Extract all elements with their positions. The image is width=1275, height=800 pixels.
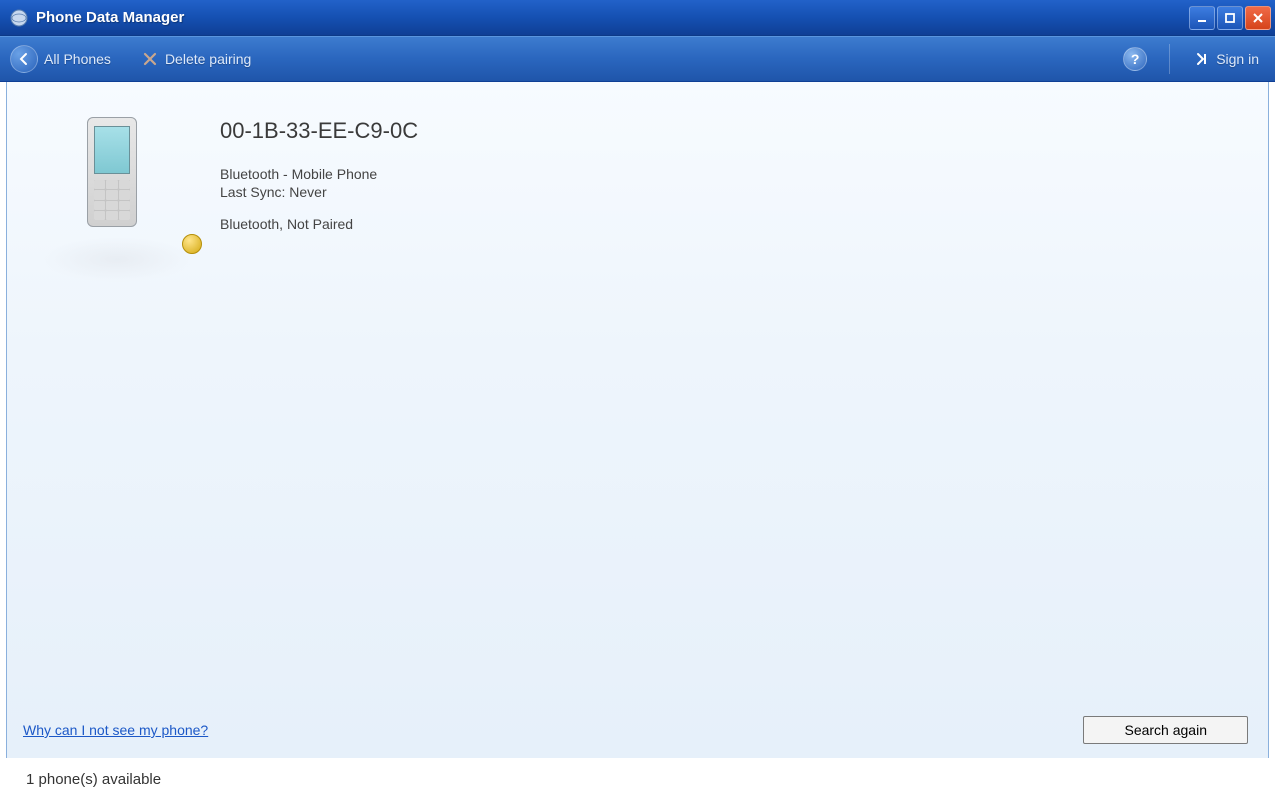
titlebar: Phone Data Manager	[0, 0, 1275, 36]
signin-arrow-icon	[1192, 50, 1210, 68]
device-last-sync: Last Sync: Never	[220, 184, 418, 200]
delete-pairing-button[interactable]: Delete pairing	[141, 50, 251, 68]
status-text: 1 phone(s) available	[26, 771, 161, 788]
phone-icon	[42, 112, 192, 282]
status-dot-icon	[182, 234, 202, 254]
all-phones-button[interactable]: All Phones	[10, 45, 111, 73]
device-status: Bluetooth, Not Paired	[220, 216, 418, 232]
delete-pairing-label: Delete pairing	[165, 51, 251, 67]
toolbar-divider	[1169, 44, 1170, 74]
minimize-button[interactable]	[1189, 6, 1215, 30]
content-area: 00-1B-33-EE-C9-0C Bluetooth - Mobile Pho…	[6, 82, 1269, 758]
device-row[interactable]: 00-1B-33-EE-C9-0C Bluetooth - Mobile Pho…	[7, 82, 1268, 282]
device-type: Bluetooth - Mobile Phone	[220, 166, 418, 182]
maximize-button[interactable]	[1217, 6, 1243, 30]
app-icon	[10, 9, 28, 27]
toolbar: All Phones Delete pairing ? Sign in	[0, 36, 1275, 82]
device-details: 00-1B-33-EE-C9-0C Bluetooth - Mobile Pho…	[220, 112, 418, 282]
all-phones-label: All Phones	[44, 51, 111, 67]
search-again-button[interactable]: Search again	[1083, 716, 1248, 744]
signin-button[interactable]: Sign in	[1192, 50, 1259, 68]
footer-row: Why can I not see my phone? Search again	[7, 706, 1268, 758]
window-title: Phone Data Manager	[36, 9, 1189, 26]
help-button[interactable]: ?	[1123, 47, 1147, 71]
signin-label: Sign in	[1216, 51, 1259, 67]
help-link[interactable]: Why can I not see my phone?	[23, 722, 208, 738]
window-controls	[1189, 6, 1271, 30]
close-button[interactable]	[1245, 6, 1271, 30]
back-arrow-icon	[10, 45, 38, 73]
help-icon: ?	[1131, 51, 1140, 67]
device-name: 00-1B-33-EE-C9-0C	[220, 118, 418, 144]
statusbar: 1 phone(s) available	[0, 758, 1275, 800]
delete-icon	[141, 50, 159, 68]
